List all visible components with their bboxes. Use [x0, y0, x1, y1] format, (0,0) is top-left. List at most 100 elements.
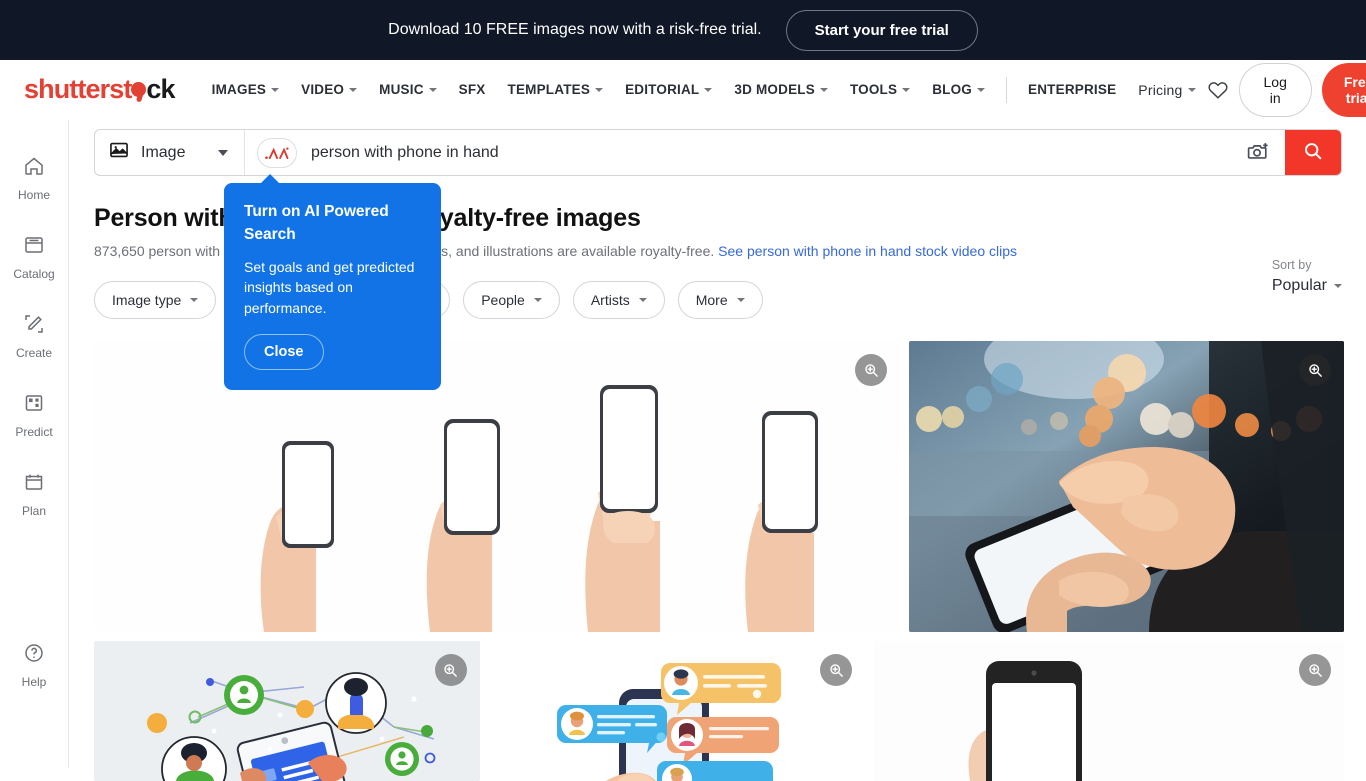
- chat-bubbles-illustration-image: [489, 641, 866, 781]
- nav-item-enterprise[interactable]: ENTERPRISE: [1017, 74, 1127, 105]
- search-type-dropdown[interactable]: Image: [95, 130, 245, 175]
- sort-dropdown[interactable]: Popular: [1272, 277, 1342, 295]
- chevron-down-icon: [737, 298, 745, 302]
- nav-item-music[interactable]: MUSIC: [368, 74, 448, 105]
- free-trial-button[interactable]: Free trial: [1322, 63, 1366, 117]
- filter-artists[interactable]: Artists: [573, 281, 665, 319]
- results-row: [94, 641, 1344, 781]
- home-icon: [22, 154, 46, 183]
- filter-more[interactable]: More: [678, 281, 763, 319]
- hands-holding-phones-image: [94, 341, 900, 632]
- sidebar-item-label: Create: [16, 346, 52, 360]
- nav-item-templates[interactable]: TEMPLATES: [497, 74, 615, 105]
- site-header: shutterst ck IMAGES VIDEO MUSIC SFX TEMPL…: [0, 60, 1366, 120]
- sidebar-item-home[interactable]: Home: [0, 154, 69, 202]
- sidebar-item-predict[interactable]: Predict: [0, 391, 69, 439]
- sort-value: Popular: [1272, 277, 1327, 295]
- tooltip-close-button[interactable]: Close: [244, 334, 324, 370]
- chevron-down-icon: [429, 88, 437, 92]
- nav-label: Pricing: [1138, 82, 1182, 98]
- result-card-hand-holding-blank-phone[interactable]: [874, 641, 1344, 781]
- sidebar-item-create[interactable]: Create: [0, 312, 69, 360]
- nav-label: TEMPLATES: [508, 82, 591, 97]
- sidebar-item-plan[interactable]: Plan: [0, 470, 69, 518]
- nav-item-video[interactable]: VIDEO: [290, 74, 368, 105]
- favorites-heart-icon[interactable]: [1207, 79, 1229, 101]
- chevron-down-icon: [704, 88, 712, 92]
- nav-item-sfx[interactable]: SFX: [448, 74, 497, 105]
- chevron-down-icon: [534, 298, 542, 302]
- finger-touching-phone-night-image: [909, 341, 1344, 632]
- chevron-down-icon: [218, 150, 228, 156]
- zoom-preview-button[interactable]: [1299, 654, 1331, 686]
- sidebar-item-label: Predict: [15, 425, 52, 439]
- plan-icon: [22, 470, 46, 499]
- search-bar: Image: [94, 129, 1342, 176]
- nav-label: SFX: [459, 82, 486, 97]
- result-card-finger-touching-phone-night[interactable]: [909, 341, 1344, 632]
- zoom-preview-button[interactable]: [855, 354, 887, 386]
- chevron-down-icon: [820, 88, 828, 92]
- nav-label: 3D MODELS: [734, 82, 815, 97]
- logo-text-secondary: ck: [146, 74, 174, 105]
- sidebar-item-label: Plan: [22, 504, 46, 518]
- nav-label: EDITORIAL: [625, 82, 699, 97]
- visual-search-button[interactable]: [1231, 130, 1285, 175]
- nav-label: IMAGES: [212, 82, 266, 97]
- sidebar-item-label: Help: [22, 675, 47, 689]
- chevron-down-icon: [639, 298, 647, 302]
- nav-label: MUSIC: [379, 82, 424, 97]
- video-clips-link[interactable]: See person with phone in hand stock vide…: [718, 243, 1017, 259]
- chevron-down-icon: [1334, 284, 1342, 288]
- chevron-down-icon: [595, 88, 603, 92]
- primary-nav: IMAGES VIDEO MUSIC SFX TEMPLATES EDITORI…: [201, 74, 1207, 106]
- search-icon: [1302, 140, 1324, 165]
- tooltip-body: Set goals and get predicted insights bas…: [244, 257, 421, 317]
- left-sidebar: Home Catalog Create Pre: [0, 120, 69, 768]
- nav-label: TOOLS: [850, 82, 897, 97]
- result-card-social-network-illustration[interactable]: [94, 641, 480, 781]
- nav-item-editorial[interactable]: EDITORIAL: [614, 74, 723, 105]
- logo-text-primary: shutterst: [24, 74, 131, 105]
- result-card-hands-holding-phones[interactable]: [94, 341, 900, 632]
- search-input[interactable]: [297, 130, 1231, 175]
- zoom-preview-button[interactable]: [1299, 354, 1331, 386]
- chevron-down-icon: [977, 88, 985, 92]
- zoom-preview-button[interactable]: [435, 654, 467, 686]
- login-button[interactable]: Log in: [1239, 63, 1312, 117]
- ai-search-toggle[interactable]: [257, 138, 297, 168]
- chevron-down-icon: [190, 298, 198, 302]
- search-type-label: Image: [141, 144, 185, 162]
- create-icon: [22, 312, 46, 341]
- filter-label: More: [696, 292, 728, 308]
- nav-item-3d-models[interactable]: 3D MODELS: [723, 74, 839, 105]
- filter-label: People: [481, 292, 525, 308]
- chevron-down-icon: [1188, 88, 1196, 92]
- nav-item-images[interactable]: IMAGES: [201, 74, 290, 105]
- chevron-down-icon: [902, 88, 910, 92]
- image-icon: [108, 139, 130, 166]
- nav-item-pricing[interactable]: Pricing: [1127, 74, 1206, 106]
- header-actions: Log in Free trial: [1207, 63, 1366, 117]
- nav-item-tools[interactable]: TOOLS: [839, 74, 921, 105]
- camera-plus-icon: [1246, 139, 1271, 167]
- sort-caption: Sort by: [1272, 258, 1342, 272]
- nav-divider: [1006, 77, 1007, 103]
- nav-item-blog[interactable]: BLOG: [921, 74, 996, 105]
- filter-people[interactable]: People: [463, 281, 560, 319]
- result-card-chat-bubbles-illustration[interactable]: [489, 641, 866, 781]
- shutterstock-logo[interactable]: shutterst ck: [24, 74, 175, 105]
- sidebar-item-help[interactable]: Help: [0, 641, 69, 689]
- logo-dot-icon: [131, 82, 146, 97]
- sidebar-item-label: Catalog: [13, 267, 54, 281]
- filter-image-type[interactable]: Image type: [94, 281, 216, 319]
- filter-label: Image type: [112, 292, 181, 308]
- search-submit-button[interactable]: [1285, 130, 1341, 175]
- filter-label: Artists: [591, 292, 630, 308]
- tooltip-title: Turn on AI Powered Search: [244, 201, 421, 246]
- chevron-down-icon: [349, 88, 357, 92]
- start-free-trial-button[interactable]: Start your free trial: [786, 10, 978, 51]
- sidebar-item-catalog[interactable]: Catalog: [0, 233, 69, 281]
- promo-banner: Download 10 FREE images now with a risk-…: [0, 0, 1366, 60]
- promo-text: Download 10 FREE images now with a risk-…: [388, 21, 761, 39]
